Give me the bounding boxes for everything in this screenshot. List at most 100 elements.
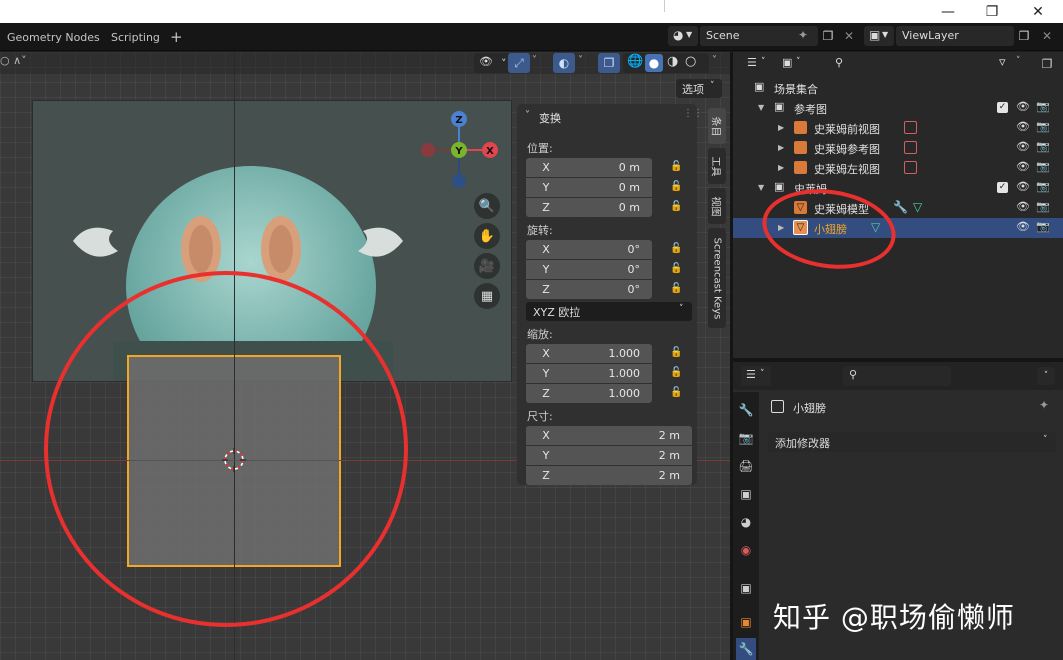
xray-toggle-icon[interactable]: ❐ <box>598 53 620 73</box>
new-view-layer-button[interactable]: ❐ <box>1013 26 1035 46</box>
filter-view-dropdown[interactable]: ▣ ˅ <box>777 54 807 74</box>
chevron-down-icon[interactable]: ˅ <box>712 55 717 66</box>
modifier-wrench-icon[interactable]: 🔧 <box>736 638 756 660</box>
chevron-down-icon[interactable]: ˅ <box>578 55 583 66</box>
rendered-shading-icon[interactable]: ○ <box>685 54 696 69</box>
dimensions-y-field[interactable]: Y2 m <box>526 446 692 465</box>
pin-icon[interactable]: ✦ <box>798 28 808 42</box>
expand-arrow-icon[interactable]: ▼ <box>758 103 764 112</box>
expand-arrow-icon[interactable]: ▶ <box>778 123 784 132</box>
lock-icon[interactable]: 🔓 <box>670 181 684 193</box>
lock-icon[interactable]: 🔓 <box>670 243 684 255</box>
lock-icon[interactable]: 🔓 <box>670 347 684 359</box>
location-z-field[interactable]: Z0 m <box>526 198 652 217</box>
rotation-y-field[interactable]: Y 0° <box>526 260 652 279</box>
scale-y-field[interactable]: Y 1.000 <box>526 364 652 383</box>
exclude-checkbox[interactable]: ✓ <box>997 102 1008 113</box>
render-camera-icon[interactable]: 📷 <box>1036 160 1050 173</box>
camera-icon[interactable]: 🎥 <box>474 253 500 279</box>
tab-item[interactable]: 条目 <box>708 108 726 144</box>
editor-type-dropdown[interactable]: ☰ ˅ <box>741 366 771 386</box>
image-data-icon[interactable] <box>904 161 917 174</box>
properties-search-input[interactable]: ⚲ <box>843 366 951 386</box>
options-dropdown[interactable]: 选项 ˅ <box>676 79 722 98</box>
lock-icon[interactable]: 🔓 <box>670 283 684 295</box>
tab-geometry-nodes[interactable]: Geometry Nodes <box>7 31 100 44</box>
tab-screencast-keys[interactable]: Screencast Keys <box>708 228 726 328</box>
pin-icon[interactable]: ✦ <box>1039 398 1049 412</box>
world-icon[interactable]: ◉ <box>736 540 756 560</box>
render-camera-icon[interactable]: 📷 <box>1036 140 1050 153</box>
drag-handle-icon[interactable]: ⋮⋮ <box>683 108 703 119</box>
outliner-row-root[interactable]: ▣ 场景集合 <box>733 78 1063 98</box>
new-collection-button[interactable]: ❐ <box>1036 54 1058 74</box>
eye-icon[interactable]: 👁 <box>1016 140 1030 153</box>
image-data-icon[interactable] <box>904 121 917 134</box>
scene-type-dropdown[interactable]: ◕ ▼ <box>668 26 698 46</box>
delete-view-layer-button[interactable]: ✕ <box>1036 26 1058 46</box>
chevron-down-icon[interactable]: ˅ <box>532 55 537 66</box>
image-data-icon[interactable] <box>904 141 917 154</box>
minimize-button[interactable]: — <box>925 0 971 23</box>
render-camera-icon[interactable]: 📷 <box>1036 100 1050 113</box>
new-scene-button[interactable]: ❐ <box>817 26 839 46</box>
chevron-down-icon[interactable]: ˅ <box>1016 56 1021 66</box>
navigation-gizmo[interactable]: Z X Y <box>412 108 508 192</box>
expand-arrow-icon[interactable]: ▶ <box>778 143 784 152</box>
outliner-search-input[interactable]: ⚲ <box>829 54 941 74</box>
delete-scene-button[interactable]: ✕ <box>838 26 860 46</box>
tab-view[interactable]: 视图 <box>708 188 726 224</box>
view-layer-icon[interactable]: ▣ <box>736 484 756 504</box>
exclude-checkbox[interactable]: ✓ <box>997 182 1008 193</box>
scene-name-field[interactable]: Scene ✦ <box>700 26 818 46</box>
location-y-field[interactable]: Y0 m <box>526 178 652 197</box>
grid-toggle-icon[interactable]: ▦ <box>474 283 500 309</box>
eye-icon[interactable]: 👁 <box>1016 180 1030 193</box>
eye-icon[interactable]: 👁 <box>1016 100 1030 113</box>
eye-icon[interactable]: 👁 <box>1016 200 1030 213</box>
zoom-icon[interactable]: 🔍 <box>474 193 500 219</box>
outliner-row-object[interactable]: ▶ 史莱姆前视图 👁 📷 <box>733 118 1063 138</box>
mesh-data-icon[interactable]: ▽ <box>913 200 922 214</box>
scene-icon[interactable]: ◕ <box>736 512 756 532</box>
chevron-down-icon[interactable]: ˅ <box>1037 367 1055 385</box>
eye-icon[interactable]: 👁 <box>1016 120 1030 133</box>
output-printer-icon[interactable]: 🖨 <box>736 456 756 476</box>
chevron-down-icon[interactable]: ˅ <box>525 110 530 121</box>
material-shading-icon[interactable]: ◑ <box>667 54 678 69</box>
solid-shading-icon[interactable]: ● <box>645 54 663 72</box>
lock-icon[interactable]: 🔓 <box>670 201 684 213</box>
outliner-row-collection[interactable]: ▼ ▣ 史莱姆 ✓ 👁 📷 <box>733 178 1063 198</box>
tab-scripting[interactable]: Scripting <box>111 31 160 44</box>
3d-viewport[interactable]: ○ ∧˅ 👁 ˅ ⤢ ˅ ◐ ˅ ❐ 🌐 ● ◑ ○ ˅ 选项 ˅ Z X Y … <box>0 52 730 660</box>
eye-icon[interactable]: 👁 <box>1016 220 1030 233</box>
rotation-x-field[interactable]: X 0° <box>526 240 652 259</box>
render-camera-icon[interactable]: 📷 <box>1036 180 1050 193</box>
lock-icon[interactable]: 🔓 <box>670 161 684 173</box>
wireframe-shading-icon[interactable]: 🌐 <box>627 54 643 69</box>
expand-arrow-icon[interactable]: ▶ <box>778 163 784 172</box>
render-camera-icon[interactable]: 📷 <box>1036 120 1050 133</box>
dimensions-x-field[interactable]: X2 m <box>526 426 692 445</box>
render-icon[interactable]: 📷 <box>736 428 756 448</box>
lock-icon[interactable]: 🔓 <box>670 387 684 399</box>
view-layer-type-dropdown[interactable]: ▣ ▼ <box>864 26 894 46</box>
eye-icon[interactable]: 👁 <box>1016 160 1030 173</box>
tool-settings-icon[interactable]: 🔧 <box>736 400 756 420</box>
display-mode-dropdown[interactable]: ☰ ˅ <box>742 54 772 74</box>
location-x-field[interactable]: X0 m <box>526 158 652 177</box>
render-camera-icon[interactable]: 📷 <box>1036 220 1050 233</box>
outliner-row-object[interactable]: ▶ 史莱姆左视图 👁 📷 <box>733 158 1063 178</box>
render-camera-icon[interactable]: 📷 <box>1036 200 1050 213</box>
lock-icon[interactable]: 🔓 <box>670 367 684 379</box>
outliner-row-object[interactable]: ▶ 史莱姆参考图 👁 📷 <box>733 138 1063 158</box>
scale-z-field[interactable]: Z 1.000 <box>526 384 652 403</box>
expand-arrow-icon[interactable]: ▼ <box>758 183 764 192</box>
scale-x-field[interactable]: X 1.000 <box>526 344 652 363</box>
rotation-mode-dropdown[interactable]: XYZ 欧拉 ˅ <box>526 302 692 321</box>
modifier-wrench-icon[interactable]: 🔧 <box>893 200 908 214</box>
rotation-z-field[interactable]: Z 0° <box>526 280 652 299</box>
panel-title[interactable]: 变换 <box>539 110 561 126</box>
maximize-button[interactable]: ❐ <box>969 0 1015 23</box>
close-button[interactable]: ✕ <box>1015 0 1061 23</box>
